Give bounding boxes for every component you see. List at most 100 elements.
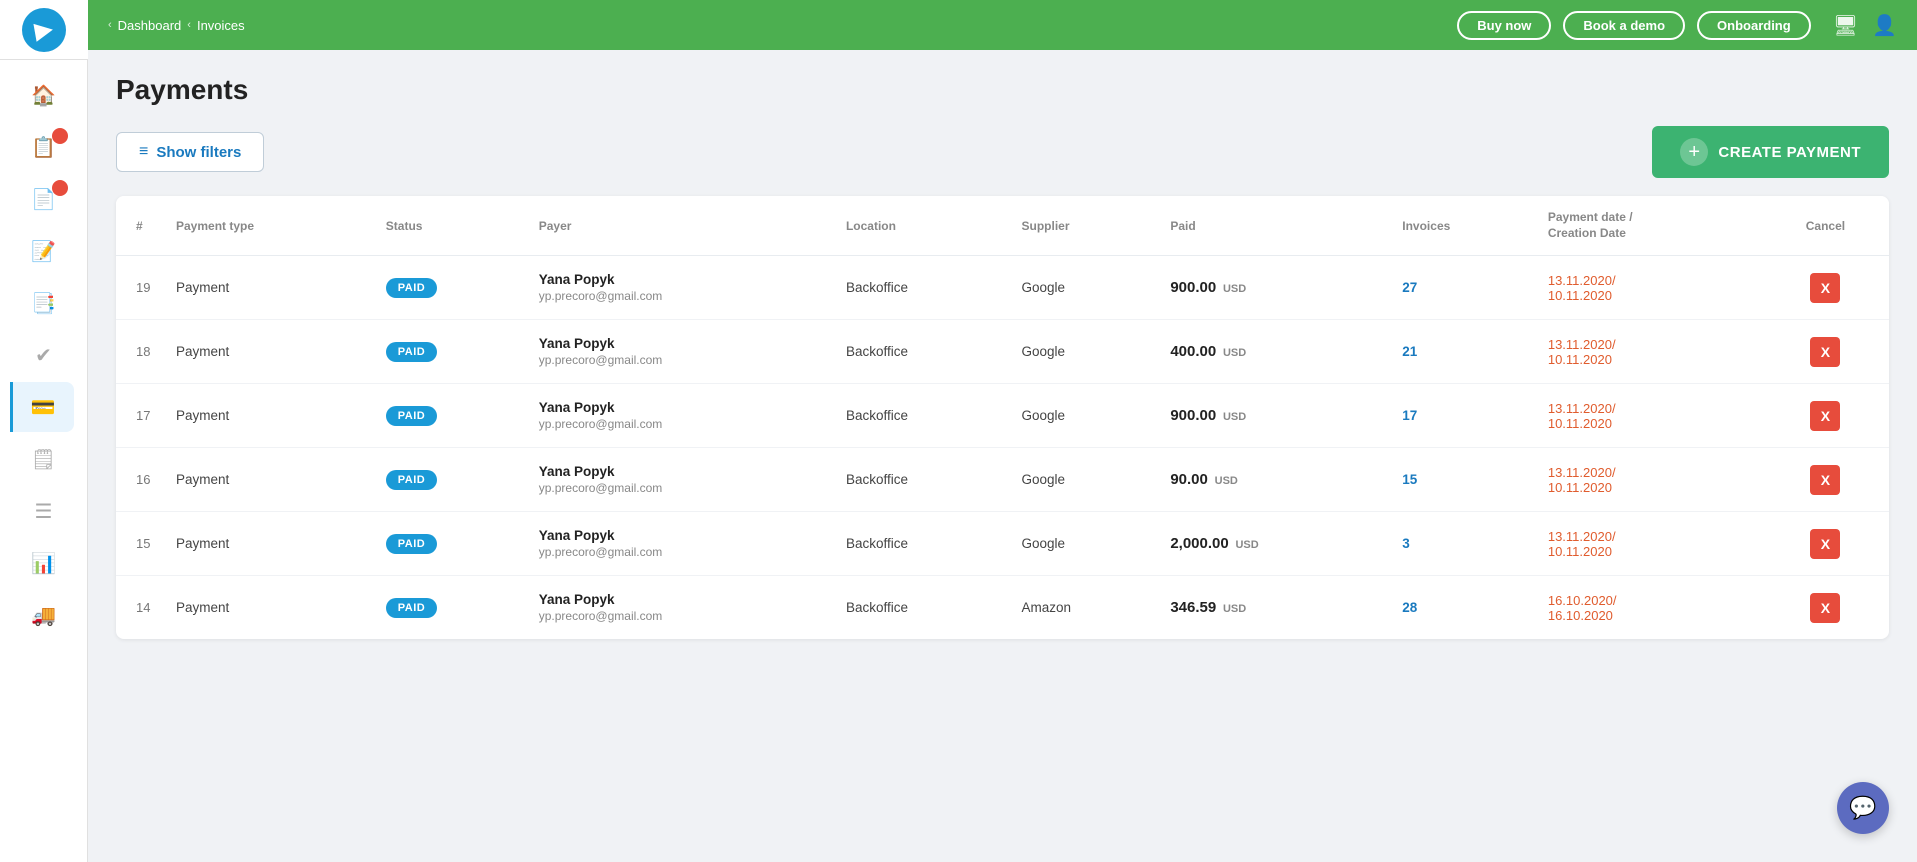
chat-bubble[interactable]: 💬 — [1837, 782, 1889, 834]
sidebar-item-home[interactable]: 🏠 — [14, 70, 74, 120]
invoice-link[interactable]: 27 — [1402, 280, 1417, 295]
table-row: 18 Payment PAID Yana Popyk yp.precoro@gm… — [116, 320, 1889, 384]
sidebar-item-approvals[interactable]: ✔ — [14, 330, 74, 380]
cancel-button[interactable]: X — [1810, 401, 1840, 431]
cell-payer: Yana Popyk yp.precoro@gmail.com — [529, 448, 836, 512]
cancel-button[interactable]: X — [1810, 465, 1840, 495]
chat-icon: 💬 — [1849, 795, 1876, 821]
cell-cancel: X — [1762, 384, 1889, 448]
show-filters-button[interactable]: ≡ Show filters — [116, 132, 264, 172]
delivery-icon: 🚚 — [31, 603, 56, 628]
amount-currency: USD — [1215, 475, 1238, 487]
cell-invoices[interactable]: 28 — [1392, 576, 1538, 640]
cell-status: PAID — [376, 256, 529, 320]
payer-name: Yana Popyk — [539, 272, 826, 287]
notifications-icon[interactable]: 🖥 — [1833, 13, 1858, 38]
cell-paid: 346.59 USD — [1160, 576, 1392, 640]
cell-status: PAID — [376, 384, 529, 448]
table-row: 14 Payment PAID Yana Popyk yp.precoro@gm… — [116, 576, 1889, 640]
page-title: Payments — [116, 74, 1889, 106]
user-settings-icon[interactable]: 👤 — [1872, 13, 1897, 38]
breadcrumb-arrow-2: ‹ — [187, 19, 191, 31]
payer-name: Yana Popyk — [539, 592, 826, 607]
invoice-link[interactable]: 15 — [1402, 472, 1417, 487]
book-demo-button[interactable]: Book a demo — [1563, 11, 1685, 40]
sidebar-item-analytics[interactable]: 📊 — [14, 538, 74, 588]
col-header-supplier: Supplier — [1012, 196, 1161, 256]
cell-status: PAID — [376, 576, 529, 640]
sidebar-item-invoices[interactable]: 📄 — [14, 174, 74, 224]
cell-dates: 13.11.2020/10.11.2020 — [1538, 512, 1762, 576]
create-payment-button[interactable]: + CREATE PAYMENT — [1652, 126, 1889, 178]
page: Payments ≡ Show filters + CREATE PAYMENT… — [88, 50, 1917, 862]
onboarding-button[interactable]: Onboarding — [1697, 11, 1811, 40]
cell-supplier: Google — [1012, 512, 1161, 576]
cell-invoices[interactable]: 27 — [1392, 256, 1538, 320]
topbar-icons: 🖥 👤 — [1833, 13, 1897, 38]
cell-id: 17 — [116, 384, 166, 448]
cell-id: 16 — [116, 448, 166, 512]
amount-value: 900.00 — [1170, 279, 1216, 296]
payer-email: yp.precoro@gmail.com — [539, 353, 826, 367]
payments-table: # Payment type Status Payer Location Sup… — [116, 196, 1889, 639]
payer-name: Yana Popyk — [539, 400, 826, 415]
payment-date[interactable]: 13.11.2020/10.11.2020 — [1548, 337, 1616, 367]
sidebar-item-notes[interactable]: 🗒 — [14, 434, 74, 484]
cell-dates: 16.10.2020/16.10.2020 — [1538, 576, 1762, 640]
buy-now-button[interactable]: Buy now — [1457, 11, 1551, 40]
cell-invoices[interactable]: 21 — [1392, 320, 1538, 384]
cancel-button[interactable]: X — [1810, 529, 1840, 559]
payment-date[interactable]: 13.11.2020/10.11.2020 — [1548, 465, 1616, 495]
notes-icon: 🗒 — [31, 447, 56, 472]
cell-location: Backoffice — [836, 320, 1012, 384]
sidebar-item-payments[interactable]: 💳 — [10, 382, 74, 432]
sidebar-item-delivery[interactable]: 🚚 — [14, 590, 74, 640]
cell-payer: Yana Popyk yp.precoro@gmail.com — [529, 384, 836, 448]
table-row: 17 Payment PAID Yana Popyk yp.precoro@gm… — [116, 384, 1889, 448]
status-badge: PAID — [386, 278, 437, 298]
cell-id: 14 — [116, 576, 166, 640]
amount-currency: USD — [1223, 283, 1246, 295]
invoice-link[interactable]: 21 — [1402, 344, 1417, 359]
cancel-button[interactable]: X — [1810, 273, 1840, 303]
cell-invoices[interactable]: 3 — [1392, 512, 1538, 576]
topbar: ‹ Dashboard ‹ Invoices Buy now Book a de… — [88, 0, 1917, 50]
breadcrumb-dashboard[interactable]: Dashboard — [118, 18, 182, 33]
cell-location: Backoffice — [836, 256, 1012, 320]
amount-value: 90.00 — [1170, 471, 1208, 488]
cell-invoices[interactable]: 17 — [1392, 384, 1538, 448]
amount-value: 400.00 — [1170, 343, 1216, 360]
cell-dates: 13.11.2020/10.11.2020 — [1538, 448, 1762, 512]
col-header-hash: # — [116, 196, 166, 256]
cell-id: 15 — [116, 512, 166, 576]
menu-icon: ☰ — [35, 499, 53, 524]
cell-paid: 2,000.00 USD — [1160, 512, 1392, 576]
cell-cancel: X — [1762, 256, 1889, 320]
payer-email: yp.precoro@gmail.com — [539, 545, 826, 559]
sidebar-item-menu[interactable]: ☰ — [14, 486, 74, 536]
cancel-button[interactable]: X — [1810, 337, 1840, 367]
cell-id: 18 — [116, 320, 166, 384]
amount-currency: USD — [1223, 347, 1246, 359]
payment-date[interactable]: 13.11.2020/10.11.2020 — [1548, 401, 1616, 431]
payment-date[interactable]: 13.11.2020/10.11.2020 — [1548, 273, 1616, 303]
breadcrumb-invoices[interactable]: Invoices — [197, 18, 245, 33]
reports-icon: 📑 — [31, 291, 56, 316]
sidebar-item-documents[interactable]: 📝 — [14, 226, 74, 276]
invoice-link[interactable]: 3 — [1402, 536, 1410, 551]
create-payment-label: CREATE PAYMENT — [1718, 144, 1861, 161]
cell-invoices[interactable]: 15 — [1392, 448, 1538, 512]
sidebar-item-reports[interactable]: 📑 — [14, 278, 74, 328]
cancel-button[interactable]: X — [1810, 593, 1840, 623]
plus-icon: + — [1680, 138, 1708, 166]
status-badge: PAID — [386, 598, 437, 618]
invoice-link[interactable]: 28 — [1402, 600, 1417, 615]
payment-date[interactable]: 13.11.2020/10.11.2020 — [1548, 529, 1616, 559]
breadcrumb-arrow-1: ‹ — [108, 19, 112, 31]
payment-date[interactable]: 16.10.2020/16.10.2020 — [1548, 593, 1617, 623]
app-logo[interactable]: ▶ — [0, 0, 88, 60]
invoice-link[interactable]: 17 — [1402, 408, 1417, 423]
cell-supplier: Google — [1012, 256, 1161, 320]
cell-dates: 13.11.2020/10.11.2020 — [1538, 384, 1762, 448]
sidebar-item-orders[interactable]: 📋 — [14, 122, 74, 172]
